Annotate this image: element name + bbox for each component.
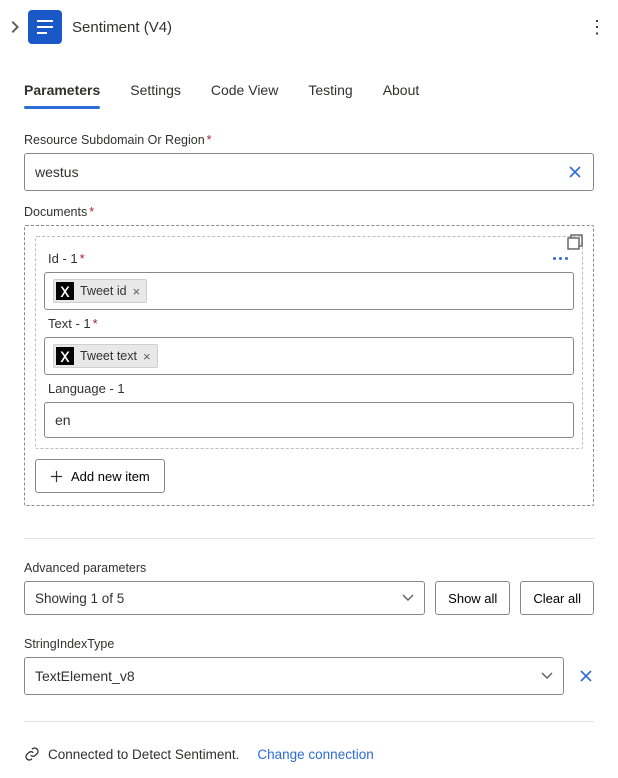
tab-bar: Parameters Settings Code View Testing Ab… xyxy=(24,82,594,109)
id-token-text: Tweet id xyxy=(80,284,127,298)
content-area: Parameters Settings Code View Testing Ab… xyxy=(0,54,618,778)
x-logo-icon xyxy=(56,282,74,300)
id-token[interactable]: Tweet id × xyxy=(53,279,147,303)
action-logo xyxy=(28,10,62,44)
string-index-label: StringIndexType xyxy=(24,637,594,651)
advanced-row: Showing 1 of 5 Show all Clear all xyxy=(24,581,594,615)
language-label: Language - 1 xyxy=(44,375,574,402)
required-asterisk: * xyxy=(80,251,85,266)
chevron-down-icon xyxy=(541,672,553,680)
language-input[interactable]: en xyxy=(44,402,574,438)
tab-parameters[interactable]: Parameters xyxy=(24,82,100,108)
connection-footer: Connected to Detect Sentiment. Change co… xyxy=(24,746,594,762)
change-connection-link[interactable]: Change connection xyxy=(257,747,373,762)
string-index-clear-icon[interactable] xyxy=(578,668,594,684)
text-token-text: Tweet text xyxy=(80,349,137,363)
action-title: Sentiment (V4) xyxy=(72,19,588,36)
id-label: Id - 1* xyxy=(44,245,87,272)
id-label-text: Id - 1 xyxy=(48,251,78,266)
advanced-dropdown-value: Showing 1 of 5 xyxy=(35,591,124,606)
documents-panel: Id - 1* Tweet id× Text - 1* xyxy=(24,225,594,506)
documents-label-text: Documents xyxy=(24,205,87,219)
plus-icon xyxy=(50,470,63,483)
id-token-remove-icon[interactable]: × xyxy=(133,284,141,299)
switch-array-mode-icon[interactable] xyxy=(567,234,583,250)
language-value: en xyxy=(55,412,71,428)
header-bar: Sentiment (V4) ⋮ xyxy=(0,0,618,54)
add-new-item-label: Add new item xyxy=(71,469,150,484)
text-token-remove-icon[interactable]: × xyxy=(143,349,151,364)
region-label-text: Resource Subdomain Or Region xyxy=(24,133,205,147)
clear-all-button[interactable]: Clear all xyxy=(520,581,594,615)
text-input[interactable]: Tweet text × xyxy=(44,337,574,375)
tab-about[interactable]: About xyxy=(383,82,420,108)
string-index-row: TextElement_v8 xyxy=(24,657,594,695)
text-label: Text - 1* xyxy=(44,310,574,337)
string-index-value: TextElement_v8 xyxy=(35,668,135,684)
section-divider xyxy=(24,538,594,539)
section-divider xyxy=(24,721,594,722)
advanced-label: Advanced parameters xyxy=(24,561,594,575)
overflow-menu-icon[interactable]: ⋮ xyxy=(588,24,606,30)
region-label: Resource Subdomain Or Region* xyxy=(24,133,594,147)
tab-testing[interactable]: Testing xyxy=(308,82,352,108)
region-value: westus xyxy=(35,164,79,180)
collapse-chevron-icon[interactable] xyxy=(8,21,22,33)
region-input[interactable]: westus xyxy=(24,153,594,191)
documents-label: Documents* xyxy=(24,205,594,219)
region-clear-icon[interactable] xyxy=(567,164,583,180)
link-icon xyxy=(24,746,40,762)
item-more-icon[interactable] xyxy=(553,257,574,260)
chevron-down-icon xyxy=(402,594,414,602)
text-label-text: Text - 1 xyxy=(48,316,91,331)
tab-settings[interactable]: Settings xyxy=(130,82,181,108)
tab-code-view[interactable]: Code View xyxy=(211,82,278,108)
show-all-label: Show all xyxy=(448,591,497,606)
required-asterisk: * xyxy=(93,316,98,331)
x-logo-icon xyxy=(56,347,74,365)
document-item-panel: Id - 1* Tweet id× Text - 1* xyxy=(35,236,583,449)
text-token[interactable]: Tweet text × xyxy=(53,344,158,368)
required-asterisk: * xyxy=(89,205,94,219)
connection-text: Connected to Detect Sentiment. xyxy=(48,747,239,762)
clear-all-label: Clear all xyxy=(533,591,581,606)
add-new-item-button[interactable]: Add new item xyxy=(35,459,165,493)
show-all-button[interactable]: Show all xyxy=(435,581,510,615)
advanced-dropdown[interactable]: Showing 1 of 5 xyxy=(24,581,425,615)
required-asterisk: * xyxy=(207,133,212,147)
id-input[interactable]: Tweet id × xyxy=(44,272,574,310)
string-index-dropdown[interactable]: TextElement_v8 xyxy=(24,657,564,695)
